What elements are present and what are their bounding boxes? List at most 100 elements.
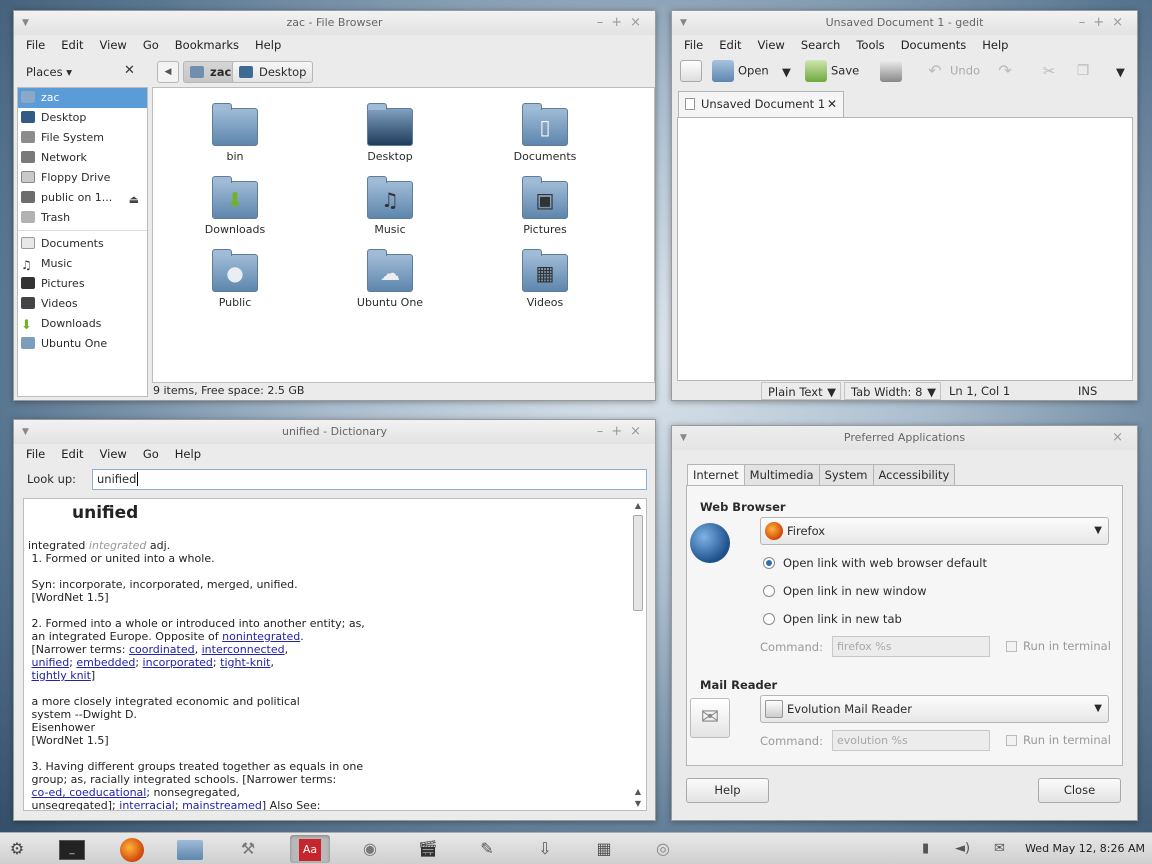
- clock[interactable]: Wed May 12, 8:26 AM: [1025, 833, 1145, 864]
- radio-open-default[interactable]: Open link with web browser default: [763, 556, 987, 570]
- sidebar-item-music[interactable]: ♫ Music: [18, 254, 147, 274]
- file-browser-titlebar[interactable]: ▼ zac - File Browser –+×: [14, 11, 655, 35]
- taskbar-firefox[interactable]: [112, 835, 152, 863]
- radio-open-new-window[interactable]: Open link in new window: [763, 584, 927, 598]
- close-icon[interactable]: ×: [1112, 426, 1131, 450]
- toolbar-overflow[interactable]: ▼: [1116, 65, 1125, 79]
- sidebar-item-desktop[interactable]: Desktop: [18, 108, 147, 128]
- folder-public[interactable]: ● Public: [180, 249, 290, 309]
- folder-bin[interactable]: bin: [180, 103, 290, 163]
- syntax-dropdown[interactable]: Plain Text ▼: [761, 382, 841, 400]
- scroll-down-icon[interactable]: ▼: [632, 799, 644, 808]
- scroll-up-icon[interactable]: ▲: [632, 501, 644, 510]
- menu-documents[interactable]: Documents: [893, 38, 975, 52]
- sidebar-item-ubuntu-one[interactable]: Ubuntu One: [18, 334, 147, 354]
- link-coed[interactable]: co-ed, coeducational: [32, 786, 147, 799]
- tab-width-dropdown[interactable]: Tab Width: 8 ▼: [844, 382, 941, 400]
- app-menu-icon[interactable]: ⚙: [2, 835, 32, 863]
- close-icon[interactable]: ✕: [124, 63, 135, 78]
- eject-icon[interactable]: ⏏: [129, 190, 139, 210]
- scroll-up-icon[interactable]: ▲: [632, 787, 644, 796]
- window-menu-icon[interactable]: ▼: [680, 426, 687, 450]
- link-tightly-knit[interactable]: tightly knit: [32, 669, 91, 682]
- battery-icon[interactable]: ▮: [922, 833, 929, 864]
- taskbar-gedit[interactable]: ✎: [467, 835, 507, 863]
- link-incorporated[interactable]: incorporated: [143, 656, 213, 669]
- window-menu-icon[interactable]: ▼: [22, 11, 29, 35]
- menu-edit[interactable]: Edit: [53, 38, 91, 52]
- window-controls[interactable]: –+×: [597, 11, 649, 35]
- sidebar-item-downloads[interactable]: ⬇ Downloads: [18, 314, 147, 334]
- taskbar-settings[interactable]: ⚒: [228, 835, 268, 863]
- sidebar-item-videos[interactable]: Videos: [18, 294, 147, 314]
- copy-button[interactable]: ❐: [1072, 60, 1098, 82]
- tab-multimedia[interactable]: Multimedia: [743, 464, 820, 485]
- definition-view[interactable]: unified integrated integrated adj. 1. Fo…: [23, 498, 647, 811]
- folder-videos[interactable]: ▦ Videos: [490, 249, 600, 309]
- taskbar-dictionary[interactable]: Aa: [290, 835, 330, 863]
- sidebar-item-zac[interactable]: zac: [18, 88, 147, 108]
- link-mainstreamed[interactable]: mainstreamed: [182, 799, 262, 810]
- sidebar-item-documents[interactable]: Documents: [18, 234, 147, 254]
- menu-search[interactable]: Search: [793, 38, 849, 52]
- mail-tray-icon[interactable]: ✉: [994, 833, 1005, 864]
- folder-ubuntu-one[interactable]: ☁ Ubuntu One: [335, 249, 445, 309]
- cut-button[interactable]: ✂: [1038, 60, 1064, 82]
- menu-tools[interactable]: Tools: [848, 38, 892, 52]
- sidebar-item-trash[interactable]: Trash: [18, 208, 147, 228]
- open-recent-dropdown[interactable]: ▼: [782, 65, 791, 79]
- text-editor-area[interactable]: [677, 117, 1133, 381]
- link-coordinated[interactable]: coordinated: [129, 643, 195, 656]
- menu-edit[interactable]: Edit: [711, 38, 749, 52]
- link-interconnected[interactable]: interconnected: [202, 643, 285, 656]
- window-menu-icon[interactable]: ▼: [680, 11, 687, 35]
- folder-music[interactable]: ♫ Music: [335, 176, 445, 236]
- preferred-applications-titlebar[interactable]: ▼ Preferred Applications ×: [672, 426, 1137, 450]
- link-interracial[interactable]: interracial: [119, 799, 175, 810]
- window-menu-icon[interactable]: ▼: [22, 420, 29, 444]
- menu-file[interactable]: File: [18, 38, 53, 52]
- path-back-button[interactable]: ◀: [157, 61, 179, 83]
- open-button[interactable]: Open: [712, 60, 769, 82]
- volume-icon[interactable]: ◄): [955, 833, 970, 864]
- tab-accessibility[interactable]: Accessibility: [872, 464, 956, 485]
- menu-view[interactable]: View: [92, 38, 135, 52]
- menu-help[interactable]: Help: [974, 38, 1016, 52]
- folder-downloads[interactable]: ⬇ Downloads: [180, 176, 290, 236]
- taskbar-calculator[interactable]: ▦: [584, 835, 624, 863]
- menu-file[interactable]: File: [18, 447, 53, 461]
- taskbar-video[interactable]: 🎬︎: [408, 835, 448, 863]
- path-button-desktop[interactable]: Desktop: [232, 61, 314, 83]
- document-tab[interactable]: Unsaved Document 1 ✕: [678, 91, 844, 117]
- taskbar-file-browser[interactable]: [170, 835, 210, 863]
- menu-bookmarks[interactable]: Bookmarks: [167, 38, 247, 52]
- sidebar-item-pictures[interactable]: Pictures: [18, 274, 147, 294]
- taskbar-disc[interactable]: ◎: [643, 835, 683, 863]
- new-document-button[interactable]: [680, 60, 706, 82]
- redo-button[interactable]: ↷: [994, 60, 1020, 82]
- menu-go[interactable]: Go: [135, 447, 167, 461]
- menu-help[interactable]: Help: [167, 447, 209, 461]
- sidebar-item-floppy[interactable]: Floppy Drive: [18, 168, 147, 188]
- places-dropdown[interactable]: Places ▾: [26, 65, 72, 79]
- web-browser-select[interactable]: Firefox ▼: [760, 517, 1109, 545]
- taskbar-disk-utility[interactable]: ◉: [350, 835, 390, 863]
- tab-system[interactable]: System: [818, 464, 874, 485]
- menu-help[interactable]: Help: [247, 38, 289, 52]
- vertical-scrollbar[interactable]: ▲ ▲ ▼: [632, 501, 644, 808]
- lookup-input[interactable]: unified: [92, 469, 647, 490]
- radio-open-new-tab[interactable]: Open link in new tab: [763, 612, 902, 626]
- taskbar-terminal[interactable]: _: [52, 835, 92, 863]
- sidebar-item-public[interactable]: public on 1... ⏏: [18, 188, 147, 208]
- folder-pictures[interactable]: ▣ Pictures: [490, 176, 600, 236]
- save-button[interactable]: Save: [805, 60, 859, 82]
- folder-documents[interactable]: ▯ Documents: [490, 103, 600, 163]
- link-nonintegrated[interactable]: nonintegrated: [222, 630, 300, 643]
- sidebar-item-network[interactable]: Network: [18, 148, 147, 168]
- link-unified[interactable]: unified: [32, 656, 70, 669]
- scrollbar-thumb[interactable]: [633, 515, 643, 611]
- menu-view[interactable]: View: [750, 38, 793, 52]
- menu-go[interactable]: Go: [135, 38, 167, 52]
- path-button-zac[interactable]: zac: [183, 61, 239, 83]
- window-controls[interactable]: –+×: [1079, 11, 1131, 35]
